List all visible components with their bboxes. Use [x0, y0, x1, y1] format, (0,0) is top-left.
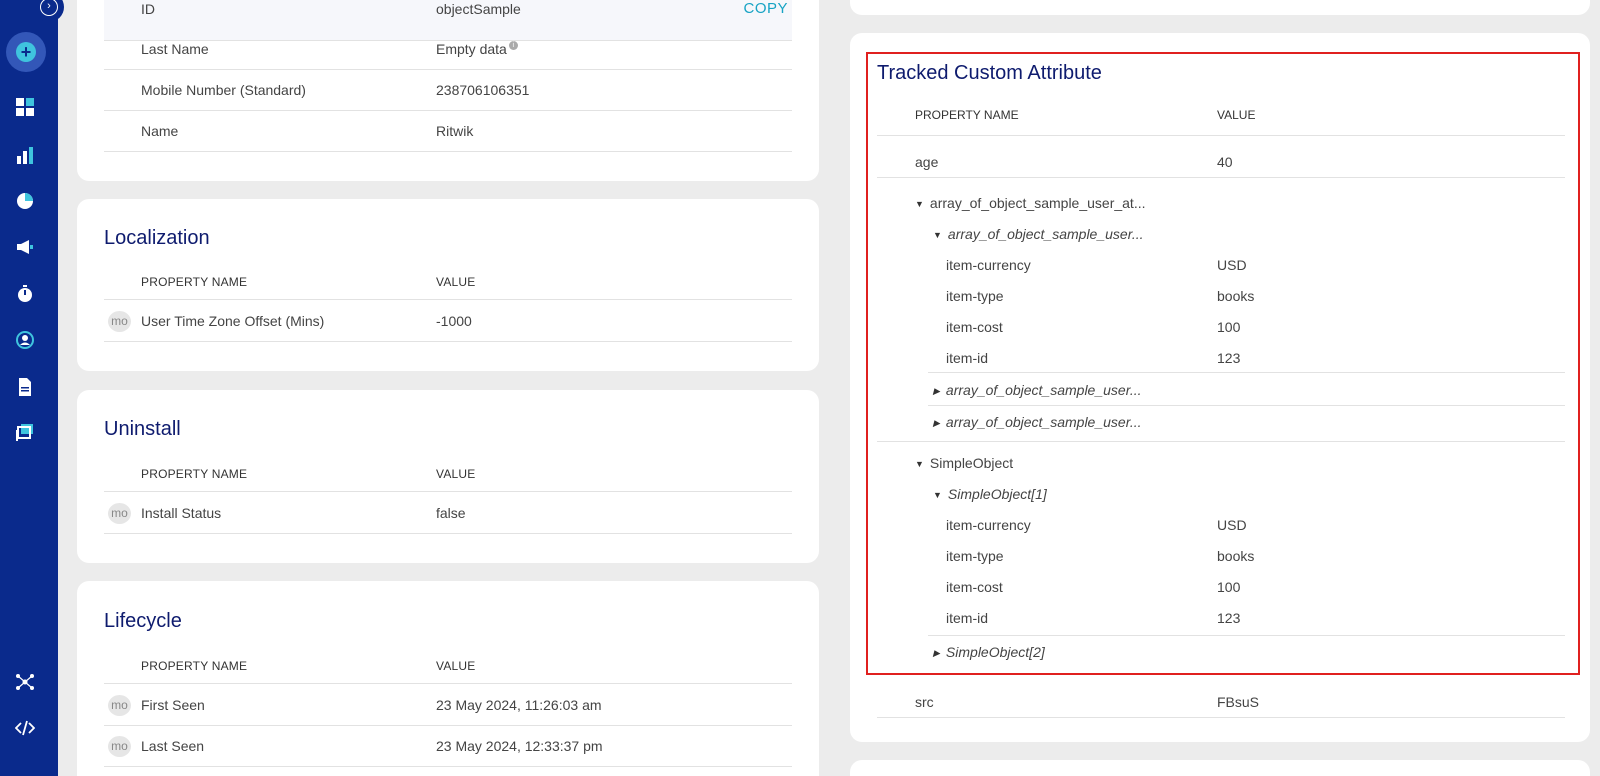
property-value: 23 May 2024, 12:33:37 pm — [436, 738, 603, 754]
property-name: src — [915, 694, 934, 710]
card-title: Localization — [104, 227, 210, 249]
info-icon[interactable]: i — [508, 41, 518, 50]
campaigns-icon[interactable] — [13, 235, 37, 259]
table-header: PROPERTY NAME VALUE — [104, 459, 792, 492]
table-row: Last Name Empty data i — [104, 29, 792, 70]
property-value-wrap: Empty data i — [436, 41, 518, 57]
uninstall-card: Uninstall PROPERTY NAME VALUE mo Install… — [77, 390, 819, 563]
table-row: Name Ritwik — [104, 111, 792, 152]
column-header-value: VALUE — [436, 467, 476, 481]
column-header-property: PROPERTY NAME — [141, 659, 248, 673]
table-row: mo First Seen 23 May 2024, 11:26:03 am — [104, 685, 792, 726]
property-value: 23 May 2024, 11:26:03 am — [436, 697, 602, 713]
property-value: objectSample — [436, 1, 521, 17]
lifecycle-card: Lifecycle PROPERTY NAME VALUE mo First S… — [77, 581, 819, 776]
source-badge: mo — [108, 503, 131, 524]
property-name: User Time Zone Offset (Mins) — [141, 313, 325, 329]
property-value: false — [436, 505, 466, 521]
property-value: Empty data — [436, 41, 507, 57]
column-header-property: PROPERTY NAME — [141, 275, 248, 289]
property-name: ID — [141, 1, 155, 17]
segments-icon[interactable] — [13, 189, 37, 213]
card-title: Uninstall — [104, 418, 181, 440]
property-name: Name — [141, 123, 179, 139]
integrations-icon[interactable] — [13, 670, 37, 694]
property-name: Mobile Number (Standard) — [141, 82, 306, 98]
property-name: Last Name — [141, 41, 209, 57]
create-button[interactable]: + — [6, 32, 46, 72]
table-header: PROPERTY NAME VALUE — [104, 651, 792, 684]
timer-icon[interactable] — [13, 282, 37, 306]
user-profile-icon[interactable] — [13, 328, 37, 352]
localization-card: Localization PROPERTY NAME VALUE mo User… — [77, 199, 819, 371]
next-card — [850, 760, 1590, 776]
property-value: Ritwik — [436, 123, 474, 139]
property-value: -1000 — [436, 313, 472, 329]
sidebar-collapse-button[interactable]: › — [34, 0, 64, 22]
source-badge: mo — [108, 736, 131, 757]
column-header-property: PROPERTY NAME — [141, 467, 248, 481]
table-row: Mobile Number (Standard) 238706106351 — [104, 70, 792, 111]
property-name: Last Seen — [141, 738, 205, 754]
source-badge: mo — [108, 311, 131, 332]
column-header-value: VALUE — [436, 659, 476, 673]
copy-button[interactable]: COPY — [743, 0, 788, 17]
card-title: Lifecycle — [104, 610, 182, 632]
highlight-box — [866, 52, 1580, 675]
table-header: PROPERTY NAME VALUE — [104, 267, 792, 300]
source-badge: mo — [108, 695, 131, 716]
plus-icon: + — [16, 42, 36, 62]
property-name: Install Status — [141, 505, 222, 521]
property-name: First Seen — [141, 697, 205, 713]
code-icon[interactable] — [13, 716, 37, 740]
table-row: mo Last Seen 23 May 2024, 12:33:37 pm — [104, 726, 792, 767]
user-properties-card: ID objectSample COPY Last Name Empty dat… — [77, 0, 819, 181]
chevron-right-icon: › — [40, 0, 58, 16]
column-header-value: VALUE — [436, 275, 476, 289]
sidebar: › + — [0, 0, 64, 776]
divider — [877, 717, 1565, 718]
table-row: mo User Time Zone Offset (Mins) -1000 — [104, 301, 792, 342]
content-icon[interactable] — [13, 420, 37, 444]
document-icon[interactable] — [13, 375, 37, 399]
property-value: 238706106351 — [436, 82, 530, 98]
table-row: mo Install Status false — [104, 493, 792, 534]
dashboard-icon[interactable] — [13, 95, 37, 119]
property-value: FBsuS — [1217, 694, 1260, 710]
previous-card — [850, 0, 1590, 15]
analytics-icon[interactable] — [13, 143, 37, 167]
